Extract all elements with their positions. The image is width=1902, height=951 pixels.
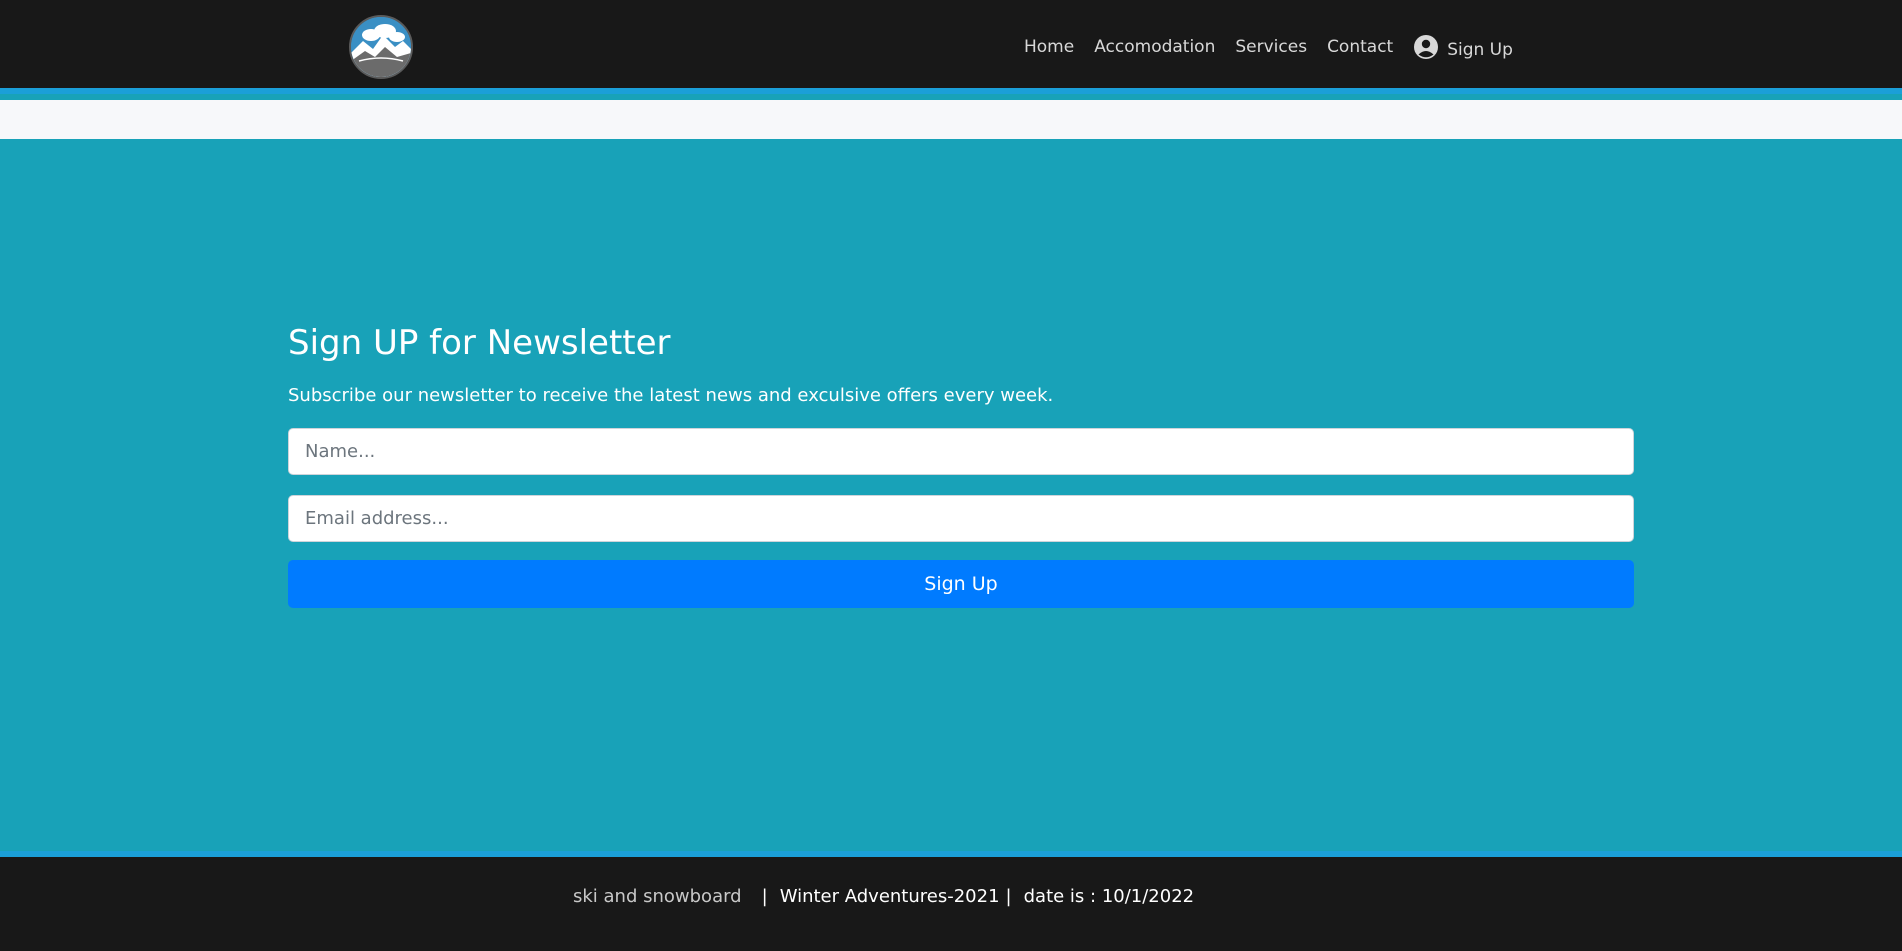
user-circle-icon	[1414, 35, 1439, 59]
spacer-band	[0, 100, 1902, 139]
footer: ski and snowboard | Winter Adventures-20…	[0, 851, 1902, 951]
footer-tagline: ski and snowboard	[573, 886, 742, 907]
newsletter-section: Sign UP for Newsletter Subscribe our new…	[288, 320, 1634, 608]
footer-date: date is : 10/1/2022	[1023, 886, 1195, 907]
nav-signup-label: Sign Up	[1447, 40, 1513, 60]
main-nav: Home Accomodation Services Contact Sign …	[1024, 34, 1513, 60]
newsletter-signup-button[interactable]: Sign Up	[288, 560, 1634, 608]
mountain-logo-icon	[351, 17, 411, 77]
email-input[interactable]	[288, 495, 1634, 542]
navbar: Home Accomodation Services Contact Sign …	[0, 0, 1902, 94]
footer-text: ski and snowboard | Winter Adventures-20…	[573, 886, 1194, 907]
name-input[interactable]	[288, 428, 1634, 475]
nav-link-contact[interactable]: Contact	[1327, 36, 1393, 58]
winter-adventures-logo[interactable]	[349, 15, 413, 79]
footer-brand: Winter Adventures-2021	[779, 886, 1000, 907]
nav-link-accomodation[interactable]: Accomodation	[1094, 36, 1215, 58]
footer-separator: |	[1005, 886, 1012, 907]
footer-separator: |	[761, 886, 768, 907]
newsletter-title: Sign UP for Newsletter	[288, 323, 671, 363]
newsletter-subtitle: Subscribe our newsletter to receive the …	[288, 385, 1054, 406]
nav-signup-link[interactable]: Sign Up	[1413, 34, 1513, 60]
nav-link-home[interactable]: Home	[1024, 36, 1074, 58]
nav-link-services[interactable]: Services	[1235, 36, 1307, 58]
